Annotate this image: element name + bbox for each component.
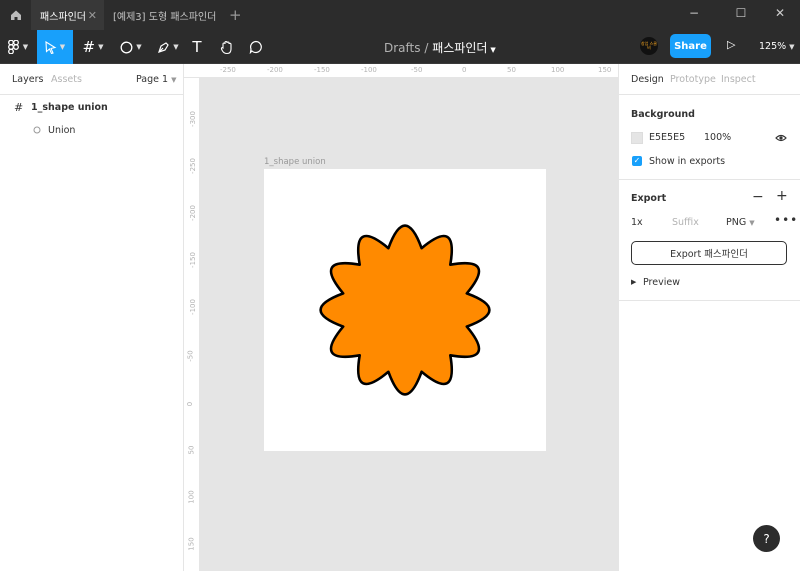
ruler-vertical: -300 -250 -200 -150 -100 -50 0 50 100 15…	[184, 78, 200, 571]
shape-tool-button[interactable]: ▼	[114, 30, 148, 64]
frame-tool-button[interactable]: # ▼	[76, 30, 110, 64]
file-breadcrumb[interactable]: Drafts / 패스파인더 ▼	[384, 39, 496, 56]
properties-panel: Design Prototype Inspect Background E5E5…	[618, 64, 800, 571]
eye-icon[interactable]	[775, 134, 787, 142]
comment-icon	[249, 40, 262, 54]
ruler-tick: -200	[188, 205, 197, 221]
preview-toggle[interactable]: Preview	[643, 277, 680, 288]
export-format-select[interactable]: PNG ▼	[726, 217, 755, 228]
layer-union[interactable]: Union	[48, 125, 75, 136]
preview-caret-icon[interactable]: ▶	[631, 278, 636, 286]
pen-tool-button[interactable]: ▼	[151, 30, 185, 64]
ruler-tick: -250	[220, 66, 236, 74]
hand-tool-button[interactable]	[215, 30, 239, 64]
move-tool-button[interactable]: ▼	[37, 30, 73, 64]
ruler-tick: -50	[186, 350, 195, 362]
figma-logo-icon	[7, 40, 19, 54]
tab-prototype[interactable]: Prototype	[670, 74, 716, 85]
ruler-tick: -300	[188, 111, 197, 127]
share-button[interactable]: Share	[670, 34, 711, 58]
tab-bar: 패스파인더 ✕ [예제3] 도형 패스파인더 + − ☐ ✕	[0, 0, 800, 30]
ellipse-icon	[120, 41, 133, 53]
page-name: Page 1	[136, 74, 169, 85]
ruler-tick: -200	[267, 66, 283, 74]
avatar[interactable]: 창업 스쿨비	[640, 37, 658, 55]
export-title: Export	[631, 193, 667, 204]
comment-tool-button[interactable]	[245, 30, 267, 64]
ruler-tick: -150	[188, 252, 197, 268]
tab-example-file[interactable]: [예제3] 도형 패스파인더	[113, 0, 216, 30]
page-selector[interactable]: Page 1 ▼	[136, 74, 176, 85]
tab-design[interactable]: Design	[631, 74, 664, 85]
present-play-icon[interactable]: ▷	[727, 38, 735, 51]
ruler-tick: -100	[361, 66, 377, 74]
ruler-tick: 50	[187, 445, 196, 455]
export-suffix-input[interactable]: Suffix	[672, 217, 699, 228]
export-button[interactable]: Export 패스파인더	[631, 241, 787, 265]
export-scale[interactable]: 1x	[631, 217, 643, 228]
layers-panel: Layers Assets Page 1 ▼ # 1_shape union U…	[0, 64, 184, 571]
tab-title: 패스파인더	[40, 11, 86, 23]
tab-assets[interactable]: Assets	[51, 74, 82, 85]
tab-active-file[interactable]: 패스파인더 ✕	[31, 0, 104, 30]
maximize-icon[interactable]: ☐	[731, 6, 751, 20]
background-hex[interactable]: E5E5E5	[649, 132, 685, 143]
ruler-tick: -100	[188, 299, 197, 315]
close-window-icon[interactable]: ✕	[770, 6, 790, 20]
remove-export-icon[interactable]: −	[752, 189, 764, 205]
breadcrumb-drafts[interactable]: Drafts	[384, 41, 421, 55]
ruler-tick: 100	[187, 490, 196, 504]
ruler-horizontal: -250 -200 -150 -100 -50 0 50 100 150	[184, 64, 618, 78]
ruler-tick: -150	[314, 66, 330, 74]
background-swatch[interactable]	[631, 132, 643, 144]
background-title: Background	[631, 109, 695, 120]
union-star-shape[interactable]	[264, 169, 546, 451]
ruler-tick: 150	[598, 66, 612, 74]
frame-hash-icon: #	[82, 38, 96, 56]
tab-layers[interactable]: Layers	[12, 74, 43, 85]
close-tab-icon[interactable]: ✕	[88, 9, 97, 22]
hand-icon	[220, 40, 232, 54]
zoom-level: 125%	[759, 41, 787, 52]
ruler-tick: -50	[411, 66, 423, 74]
export-format: PNG	[726, 217, 747, 228]
frame-label[interactable]: 1_shape union	[264, 157, 326, 167]
layer-frame[interactable]: 1_shape union	[31, 102, 108, 113]
show-in-exports-checkbox[interactable]: ✓	[632, 156, 642, 166]
ruler-tick: 0	[462, 66, 467, 74]
more-options-icon[interactable]: •••	[774, 213, 798, 227]
ruler-tick: 100	[551, 66, 565, 74]
pen-icon	[158, 41, 170, 53]
help-button[interactable]: ?	[753, 525, 780, 552]
main-menu-button[interactable]: ▼	[0, 30, 36, 64]
background-opacity[interactable]: 100%	[704, 132, 731, 143]
tab-title: [예제3] 도형 패스파인더	[113, 11, 217, 23]
tab-inspect[interactable]: Inspect	[721, 74, 756, 85]
cursor-arrow-icon	[45, 40, 57, 54]
ruler-tick: -250	[188, 158, 197, 174]
add-export-icon[interactable]: +	[776, 188, 788, 204]
show-in-exports-label: Show in exports	[649, 156, 726, 167]
boolean-union-icon	[33, 126, 41, 134]
text-tool-icon[interactable]: T	[186, 30, 208, 64]
home-icon[interactable]	[0, 0, 31, 30]
breadcrumb-separator: /	[424, 41, 429, 55]
ruler-tick: 150	[187, 537, 196, 551]
ruler-tick: 0	[186, 401, 195, 407]
new-tab-icon[interactable]: +	[229, 6, 242, 24]
frame-shape-union[interactable]	[264, 169, 546, 451]
file-name[interactable]: 패스파인더	[432, 41, 487, 55]
minimize-icon[interactable]: −	[684, 6, 704, 20]
ruler-tick: 50	[507, 66, 516, 74]
zoom-dropdown[interactable]: 125% ▼	[759, 41, 795, 52]
frame-hash-icon: #	[14, 101, 24, 114]
